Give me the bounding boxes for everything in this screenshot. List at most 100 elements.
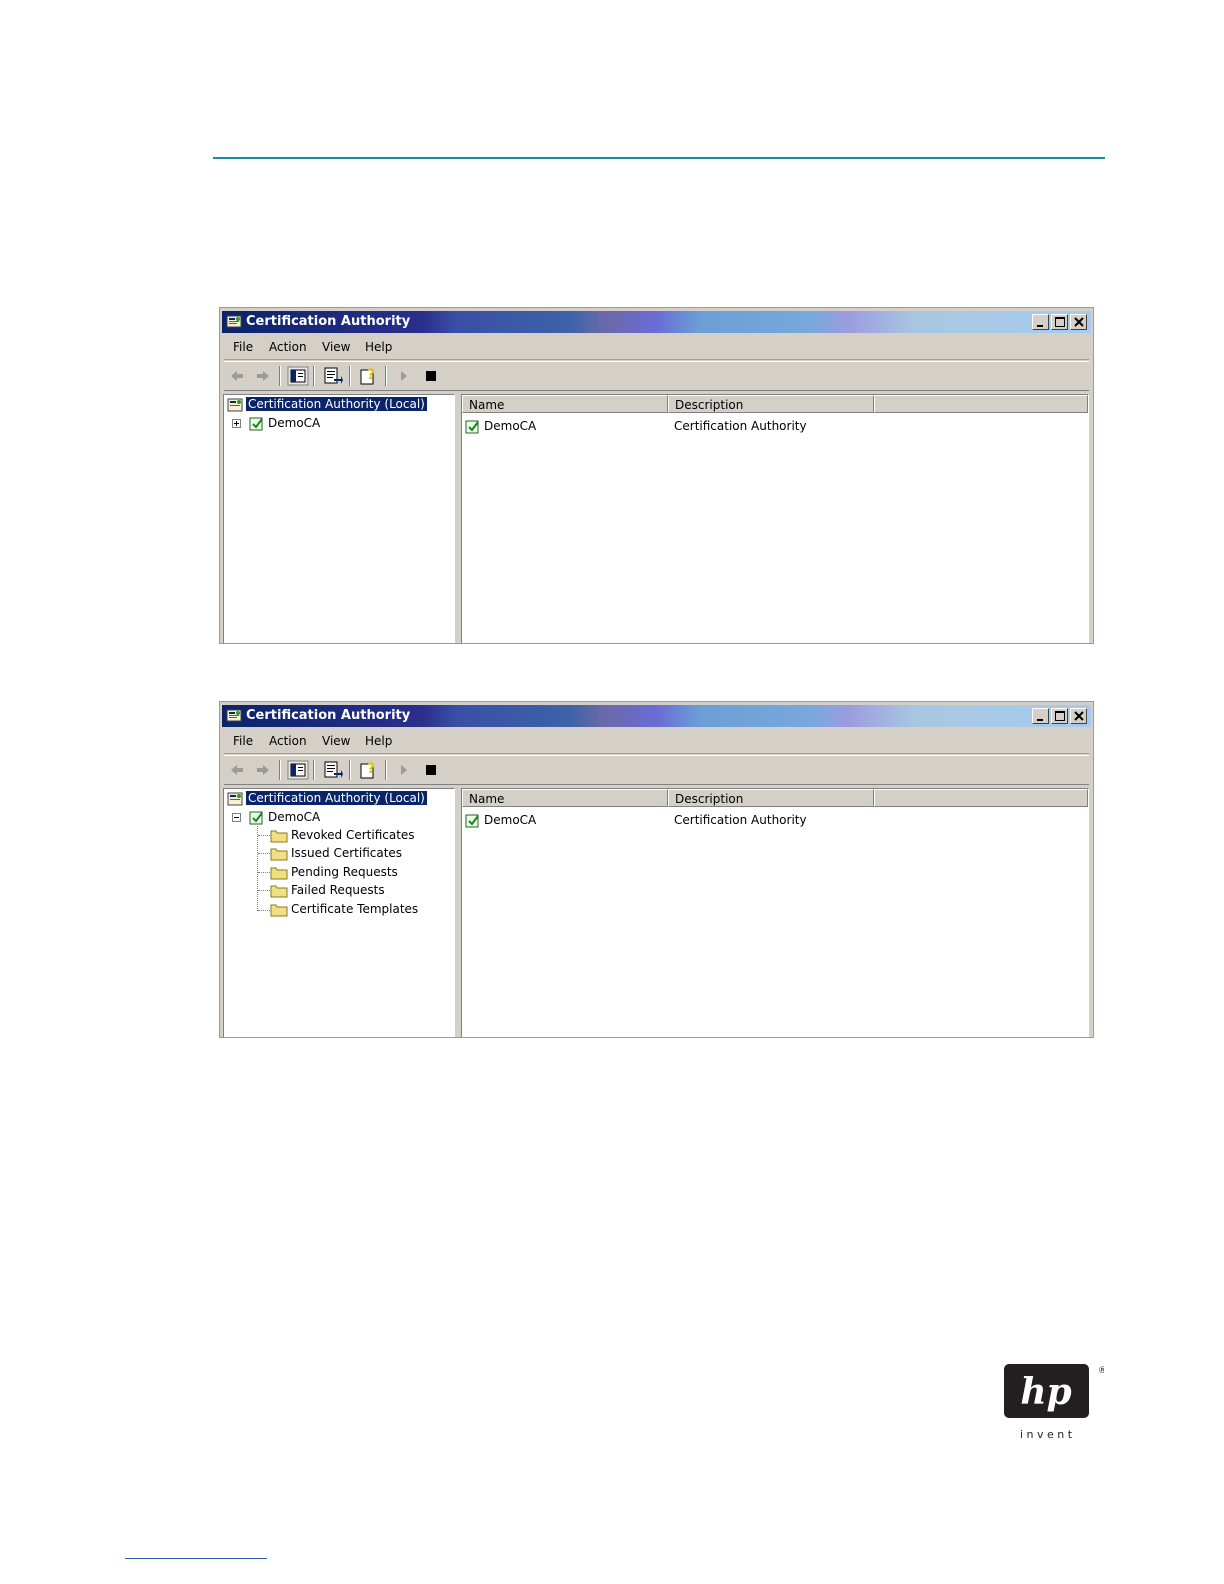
- help-icon[interactable]: ?: [358, 760, 380, 780]
- collapse-toggle[interactable]: [232, 813, 241, 822]
- certificate-authority-icon: [226, 315, 242, 328]
- menu-view[interactable]: View: [322, 340, 350, 354]
- tree-item-label[interactable]: Revoked Certificates: [291, 828, 415, 842]
- tree-connector: [258, 890, 270, 891]
- menu-view[interactable]: View: [322, 734, 350, 748]
- hp-logo-mark: hp ® i n v e n t: [1004, 1364, 1107, 1441]
- maximize-icon: [1055, 317, 1065, 327]
- tree-connector: [258, 872, 270, 873]
- forward-arrow-icon[interactable]: [252, 760, 274, 780]
- list-item-description: Certification Authority: [674, 813, 807, 827]
- column-header-filler: [874, 395, 1088, 413]
- tree-pane[interactable]: Certification Authority (Local) DemoCA: [223, 394, 455, 643]
- close-button[interactable]: [1070, 708, 1087, 724]
- header-rule: [213, 157, 1105, 159]
- help-icon[interactable]: ?: [358, 366, 380, 386]
- tree-item-pending-requests[interactable]: Pending Requests: [270, 864, 450, 881]
- column-header-description[interactable]: Description: [668, 395, 874, 413]
- stop-service-icon[interactable]: [420, 760, 442, 780]
- tree-connector: [258, 910, 270, 911]
- logo-registered-mark: ®: [1098, 1366, 1104, 1376]
- toolbar: ?: [224, 361, 1089, 391]
- ca-certificate-icon: [465, 420, 479, 434]
- list-item[interactable]: DemoCA Certification Authority: [464, 418, 864, 436]
- tree-root[interactable]: Certification Authority (Local): [225, 790, 445, 808]
- hp-logo: hp ® i n v e n t: [1004, 1364, 1107, 1444]
- list-pane[interactable]: Name Description DemoCA Certification Au…: [461, 394, 1089, 643]
- minimize-icon: [1037, 719, 1043, 721]
- window-title: Certification Authority: [246, 708, 411, 723]
- tree-item-label[interactable]: Issued Certificates: [291, 846, 402, 860]
- menu-help[interactable]: Help: [365, 734, 392, 748]
- maximize-icon: [1055, 711, 1065, 721]
- list-item[interactable]: DemoCA Certification Authority: [464, 812, 864, 830]
- tree-item-failed-requests[interactable]: Failed Requests: [270, 882, 450, 899]
- tree-item-label[interactable]: Certificate Templates: [291, 902, 418, 916]
- tree-connector: [258, 835, 270, 836]
- folder-icon: [270, 830, 288, 843]
- tree-item-certificate-templates[interactable]: Certificate Templates: [270, 901, 450, 918]
- tree-connector: [257, 826, 258, 911]
- minimize-button[interactable]: [1032, 314, 1049, 330]
- logo-hp-text: hp: [1020, 1371, 1071, 1413]
- tree-node-democa[interactable]: DemoCA: [248, 809, 448, 826]
- export-list-icon[interactable]: [322, 760, 344, 780]
- tree-item-revoked-certificates[interactable]: Revoked Certificates: [270, 827, 450, 844]
- tree-node-democa[interactable]: DemoCA: [248, 415, 448, 432]
- column-header-description[interactable]: Description: [668, 789, 874, 807]
- column-header-filler: [874, 789, 1088, 807]
- close-icon: [1074, 711, 1084, 721]
- title-bar[interactable]: Certification Authority: [222, 311, 1091, 333]
- certificate-authority-icon: [226, 709, 242, 722]
- ca-window-collapsed: Certification Authority File Action View…: [219, 307, 1094, 644]
- export-list-icon[interactable]: [322, 366, 344, 386]
- column-header-name[interactable]: Name: [462, 789, 668, 807]
- logo-tagline: i n v e n t: [1020, 1428, 1073, 1441]
- menu-file[interactable]: File: [233, 734, 253, 748]
- maximize-button[interactable]: [1051, 708, 1068, 724]
- ca-certificate-icon: [249, 417, 263, 431]
- toolbar: ?: [224, 755, 1089, 785]
- certificate-authority-icon: [227, 398, 243, 412]
- close-button[interactable]: [1070, 314, 1087, 330]
- ca-certificate-icon: [249, 811, 263, 825]
- tree-item-label[interactable]: Pending Requests: [291, 865, 398, 879]
- start-service-icon[interactable]: [393, 366, 415, 386]
- tree-root-label[interactable]: Certification Authority (Local): [245, 396, 428, 412]
- column-header-name[interactable]: Name: [462, 395, 668, 413]
- menu-action[interactable]: Action: [269, 734, 307, 748]
- tree-root-label[interactable]: Certification Authority (Local): [245, 790, 428, 806]
- maximize-button[interactable]: [1051, 314, 1068, 330]
- forward-arrow-icon[interactable]: [252, 366, 274, 386]
- minimize-button[interactable]: [1032, 708, 1049, 724]
- stop-service-icon[interactable]: [420, 366, 442, 386]
- tree-node-label[interactable]: DemoCA: [268, 810, 320, 824]
- tree-pane[interactable]: Certification Authority (Local) DemoCA R…: [223, 788, 455, 1037]
- list-item-name: DemoCA: [484, 813, 537, 827]
- menu-help[interactable]: Help: [365, 340, 392, 354]
- svg-text:?: ?: [367, 761, 375, 777]
- show-hide-tree-icon[interactable]: [287, 760, 309, 780]
- back-arrow-icon[interactable]: [226, 760, 248, 780]
- tree-connector: [258, 853, 270, 854]
- footer-rule: [125, 1558, 267, 1559]
- tree-item-issued-certificates[interactable]: Issued Certificates: [270, 845, 450, 862]
- menu-file[interactable]: File: [233, 340, 253, 354]
- show-hide-tree-icon[interactable]: [287, 366, 309, 386]
- list-item-name: DemoCA: [484, 419, 537, 433]
- ca-window-expanded: Certification Authority File Action View…: [219, 701, 1094, 1038]
- back-arrow-icon[interactable]: [226, 366, 248, 386]
- folder-icon: [270, 904, 288, 917]
- start-service-icon[interactable]: [393, 760, 415, 780]
- expand-toggle[interactable]: [232, 419, 241, 428]
- title-bar[interactable]: Certification Authority: [222, 705, 1091, 727]
- tree-node-label[interactable]: DemoCA: [268, 416, 320, 430]
- tree-item-label[interactable]: Failed Requests: [291, 883, 385, 897]
- close-icon: [1074, 317, 1084, 327]
- folder-icon: [270, 848, 288, 861]
- window-title: Certification Authority: [246, 314, 411, 329]
- tree-root[interactable]: Certification Authority (Local): [225, 396, 445, 414]
- list-item-description: Certification Authority: [674, 419, 807, 433]
- list-pane[interactable]: Name Description DemoCA Certification Au…: [461, 788, 1089, 1037]
- menu-action[interactable]: Action: [269, 340, 307, 354]
